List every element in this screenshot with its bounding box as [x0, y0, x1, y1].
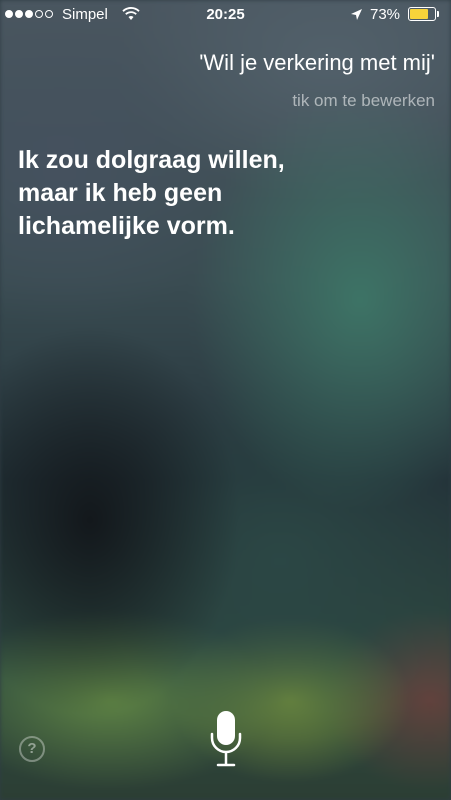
- question-mark-icon: ?: [27, 740, 37, 757]
- help-button[interactable]: ?: [19, 736, 45, 762]
- siri-query-text[interactable]: 'Wil je verkering met mij': [199, 50, 435, 76]
- microphone-icon[interactable]: [208, 708, 244, 770]
- battery-percentage: 73%: [370, 6, 401, 23]
- battery-fill: [410, 9, 428, 19]
- battery-tip: [437, 11, 439, 17]
- siri-response-text: Ik zou dolgraag willen, maar ik heb geen…: [18, 146, 285, 240]
- status-bar: Simpel 20:25 73%: [0, 0, 451, 30]
- tap-to-edit-hint[interactable]: tik om te bewerken: [292, 91, 435, 111]
- battery-icon: [408, 7, 436, 21]
- location-arrow-icon: [351, 9, 362, 20]
- blurred-background: [0, 0, 451, 800]
